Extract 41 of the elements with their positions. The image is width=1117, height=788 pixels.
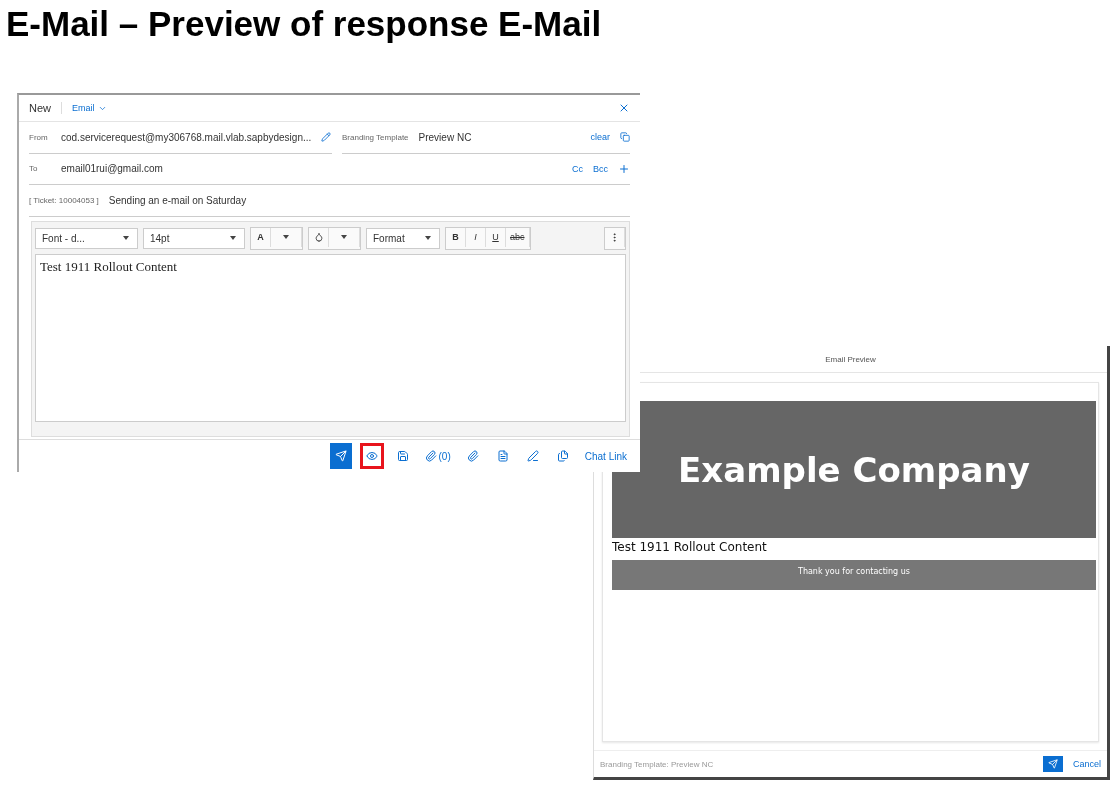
size-dropdown[interactable]: 14pt <box>143 227 245 249</box>
paper-plane-icon <box>334 450 347 462</box>
to-field[interactable]: email01rui@gmail.com <box>61 163 163 174</box>
branding-status: Branding Template: Preview NC <box>600 759 715 769</box>
bcc-link[interactable]: Bcc <box>593 163 608 174</box>
pencil-icon[interactable] <box>321 132 332 142</box>
droplet-icon <box>313 232 324 242</box>
close-icon[interactable] <box>618 102 630 114</box>
copy-icon <box>556 450 569 462</box>
font-dropdown[interactable]: Font - d... <box>35 227 138 249</box>
from-field[interactable]: cod.servicerequest@my306768.mail.vlab.sapbydesign... <box>61 131 312 143</box>
cancel-link[interactable]: Cancel <box>1073 759 1101 769</box>
preview-button[interactable] <box>359 443 384 469</box>
paper-plane-icon <box>1048 759 1058 769</box>
eye-icon <box>365 450 378 462</box>
pen-icon <box>526 450 539 462</box>
type-dropdown[interactable]: Email <box>72 103 107 113</box>
preview-title: Email Preview <box>825 354 876 364</box>
cc-link[interactable]: Cc <box>572 163 583 174</box>
clear-link[interactable]: clear <box>590 132 610 142</box>
field-label: From <box>29 132 49 142</box>
add-icon[interactable] <box>618 162 630 175</box>
document-icon <box>496 450 509 462</box>
paperclip-icon <box>424 450 437 462</box>
window-title: New <box>29 102 62 114</box>
ticket-label: [ Ticket: 10004053 ] <box>29 196 99 205</box>
paperclip-icon <box>466 450 479 462</box>
field-label: Branding Template <box>342 132 409 142</box>
copy-icon[interactable] <box>620 132 630 142</box>
branding-template-field[interactable]: Preview NC <box>418 131 472 143</box>
chat-button[interactable]: Chat Link <box>581 443 630 469</box>
message-body[interactable]: Test 1911 Rollout Content <box>35 254 626 422</box>
field-label: To <box>29 164 39 173</box>
slide-title: E-Mail – Preview of response E-Mail <box>5 3 603 44</box>
subject-field[interactable]: Sending an e-mail on Saturday <box>108 195 247 206</box>
send-button[interactable] <box>329 443 352 469</box>
preview-content: Test 1911 Rollout Content <box>612 539 768 556</box>
send-button[interactable] <box>1043 756 1063 772</box>
footer-band: Thank you for contacting us <box>612 560 1096 590</box>
attach-button[interactable]: (0) <box>421 443 454 469</box>
format-dropdown[interactable]: Format <box>366 227 440 249</box>
